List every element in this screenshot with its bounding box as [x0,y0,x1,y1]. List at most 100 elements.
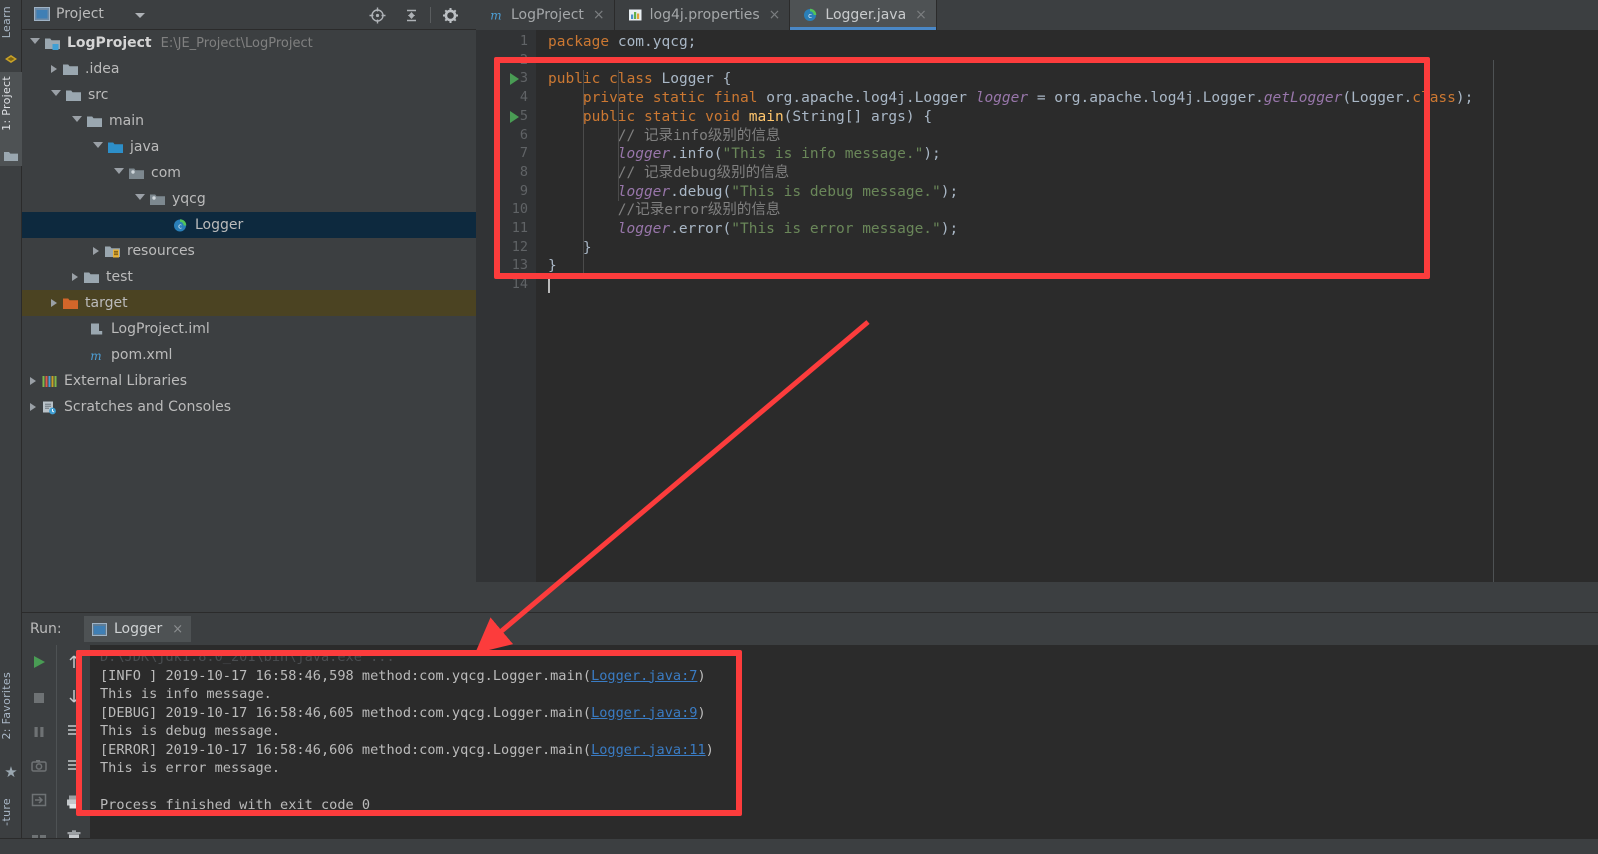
chevron-down-icon[interactable] [135,13,145,18]
code-editor[interactable]: 12345−6789101112−1314 package com.yqcg;p… [476,30,1598,612]
close-icon[interactable]: × [769,8,781,22]
console-stacktrace-link[interactable]: Logger.java:11 [591,742,706,758]
tree-toggle-open-icon[interactable] [114,168,124,178]
tool-window-learn[interactable]: Learn [0,6,22,38]
tree-item-src[interactable]: src [22,82,476,108]
svg-text:c: c [178,222,182,230]
code-token: org.apache.log4j.Logger [766,90,976,107]
tool-window-project[interactable]: 1: Project [0,76,22,131]
tree-item-logger[interactable]: c Logger [22,212,476,238]
code-line: private static final org.apache.log4j.Lo… [583,89,1473,108]
close-icon[interactable]: × [172,622,183,637]
tree-item--idea[interactable]: .idea [22,56,476,82]
tree-toggle-closed-icon[interactable] [51,299,57,307]
tree-toggle-closed-icon[interactable] [72,273,78,281]
console-text: D:\JDK\jdk1.8.0_201\bin\java.exe ... [100,649,395,665]
exit-icon[interactable] [30,791,48,809]
camera-icon[interactable] [30,757,48,775]
arrow-down-icon[interactable] [65,687,83,705]
tree-toggle-closed-icon[interactable] [93,247,99,255]
tree-item-test[interactable]: test [22,264,476,290]
tree-toggle-closed-icon[interactable] [30,403,36,411]
collapse-all-icon[interactable] [403,7,420,24]
tree-toggle-open-icon[interactable] [93,142,103,152]
console-text: This is debug message. [100,723,281,739]
code-line: logger.debug("This is debug message."); [618,183,958,202]
editor-tab-log4j-properties[interactable]: log4j.properties × [615,0,791,30]
tree-item-label: test [106,269,133,285]
header-divider [430,7,431,23]
indent-guide [582,70,584,277]
text-caret [548,276,550,294]
code-text[interactable]: package com.yqcg; public class Logger {pr… [548,30,1598,612]
code-token: "This is debug message." [731,183,941,200]
tree-toggle-open-icon[interactable] [72,116,82,126]
folder-icon [4,152,18,161]
project-panel-header: Project [22,0,488,30]
line-number: 7 [519,145,528,162]
tree-item-label: LogProject [67,35,152,51]
package-icon [129,168,144,179]
code-token: main [748,108,784,125]
scratches-icon [43,401,56,414]
print-icon[interactable] [65,793,83,811]
tool-window-structure[interactable]: -ture [0,798,22,826]
run-toolbar-right [56,645,90,854]
console-text: [INFO ] 2019-10-17 16:58:46,598 method:c… [100,667,592,684]
tree-item-label: target [85,295,128,311]
pause-icon[interactable] [30,723,48,741]
close-icon[interactable]: × [593,8,605,22]
tree-item-pom-xml[interactable]: m pom.xml [22,342,476,368]
tree-item-scratches-and-consoles[interactable]: Scratches and Consoles [22,394,476,420]
maven-file-icon: m [490,9,501,23]
tree-item-main[interactable]: main [22,108,476,134]
star-icon: ★ [4,763,18,781]
tree-item-target[interactable]: target [22,290,476,316]
fold-gutter[interactable] [536,30,548,612]
tree-toggle-open-icon[interactable] [30,38,40,48]
tree-item-com[interactable]: com [22,160,476,186]
close-icon[interactable]: × [915,8,927,22]
tool-window-favorites[interactable]: 2: Favorites [0,672,22,740]
tree-item-label: pom.xml [111,347,173,363]
code-token: public static void [582,108,749,125]
tree-toggle-open-icon[interactable] [51,90,61,100]
console-line: [DEBUG] 2019-10-17 16:58:46,605 method:c… [100,704,706,723]
console-stacktrace-link[interactable]: Logger.java:7 [591,668,697,684]
gear-icon[interactable] [442,7,459,24]
console-line: [INFO ] 2019-10-17 16:58:46,598 method:c… [100,667,706,686]
soft-wrap-icon[interactable] [65,721,83,739]
arrow-up-icon[interactable] [65,653,83,671]
tree-item-resources[interactable]: resources [22,238,476,264]
run-config-icon [92,622,107,636]
console-output[interactable]: D:\JDK\jdk1.8.0_201\bin\java.exe ... [INF… [90,645,1598,854]
code-token: .debug( [670,183,732,200]
svg-text:m: m [490,9,501,23]
code-line: public static void main(String[] args) { [583,108,932,127]
editor-tab-logger-java[interactable]: c Logger.java × [790,0,937,30]
tree-toggle-open-icon[interactable] [135,194,145,204]
tree-item-logproject-iml[interactable]: LogProject.iml [22,316,476,342]
tree-item-java[interactable]: java [22,134,476,160]
code-line: } [583,239,592,258]
run-gutter-icon[interactable] [510,73,519,86]
run-gutter-icon[interactable] [510,110,519,123]
code-token: public class [548,71,662,88]
scroll-to-end-icon[interactable] [65,757,83,775]
tree-toggle-closed-icon[interactable] [30,377,36,385]
tree-item-external-libraries[interactable]: External Libraries [22,368,476,394]
run-tab-logger[interactable]: Logger × [84,616,192,642]
tree-item-logproject[interactable]: LogProject E:\JE_Project\LogProject [22,30,476,56]
editor-tab-logproject[interactable]: m LogProject × [476,0,615,30]
editor-bottom-strip [476,582,1598,612]
rerun-icon[interactable] [30,653,48,671]
tree-item-yqcg[interactable]: yqcg [22,186,476,212]
locate-icon[interactable] [369,7,386,24]
tree-toggle-closed-icon[interactable] [51,65,57,73]
stop-icon[interactable] [30,689,48,707]
code-token: package [548,34,618,50]
console-stacktrace-link[interactable]: Logger.java:9 [591,705,697,721]
code-line: // 记录info级别的信息 [618,127,781,146]
console-text: [ERROR] 2019-10-17 16:58:46,606 method:c… [100,741,592,758]
code-token: private static final [582,90,767,107]
